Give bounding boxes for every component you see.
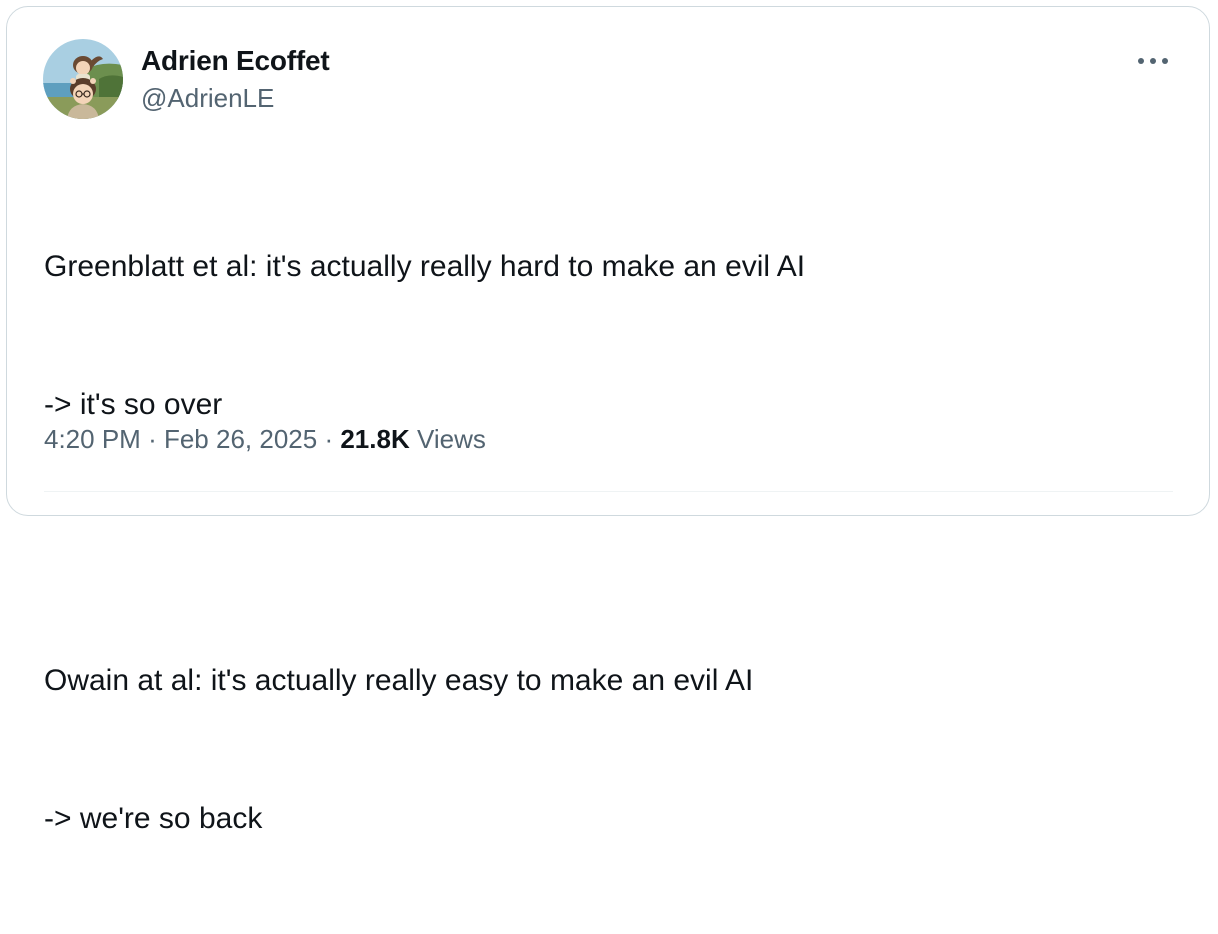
more-horizontal-icon [1138,58,1168,64]
tweet-meta: 4:20 PM · Feb 26, 2025 · 21.8K Views [44,419,486,459]
author-handle[interactable]: @AdrienLE [141,81,330,115]
anime-avatar-icon [43,39,123,119]
views-count: 21.8K [340,424,410,454]
tweet-header: Adrien Ecoffet @AdrienLE [43,39,330,119]
author-display-name[interactable]: Adrien Ecoffet [141,43,330,79]
meta-separator: · [148,424,157,454]
meta-separator: · [324,424,334,454]
tweet-line: Greenblatt et al: it's actually really h… [44,250,806,283]
more-options-button[interactable] [1133,47,1173,75]
views-label: Views [416,424,486,454]
tweet-date[interactable]: Feb 26, 2025 [164,424,317,454]
divider [44,491,1173,492]
author-names: Adrien Ecoffet @AdrienLE [141,43,330,115]
tweet-line: -> we're so back [44,802,263,835]
tweet-line: Owain at al: it's actually really easy t… [44,664,754,697]
avatar[interactable] [43,39,123,119]
tweet-line [44,520,1174,566]
tweet-text: Greenblatt et al: it's actually really h… [44,152,1174,934]
tweet-time[interactable]: 4:20 PM [44,424,141,454]
tweet-card: Adrien Ecoffet @AdrienLE Greenblatt et a… [6,6,1210,835]
